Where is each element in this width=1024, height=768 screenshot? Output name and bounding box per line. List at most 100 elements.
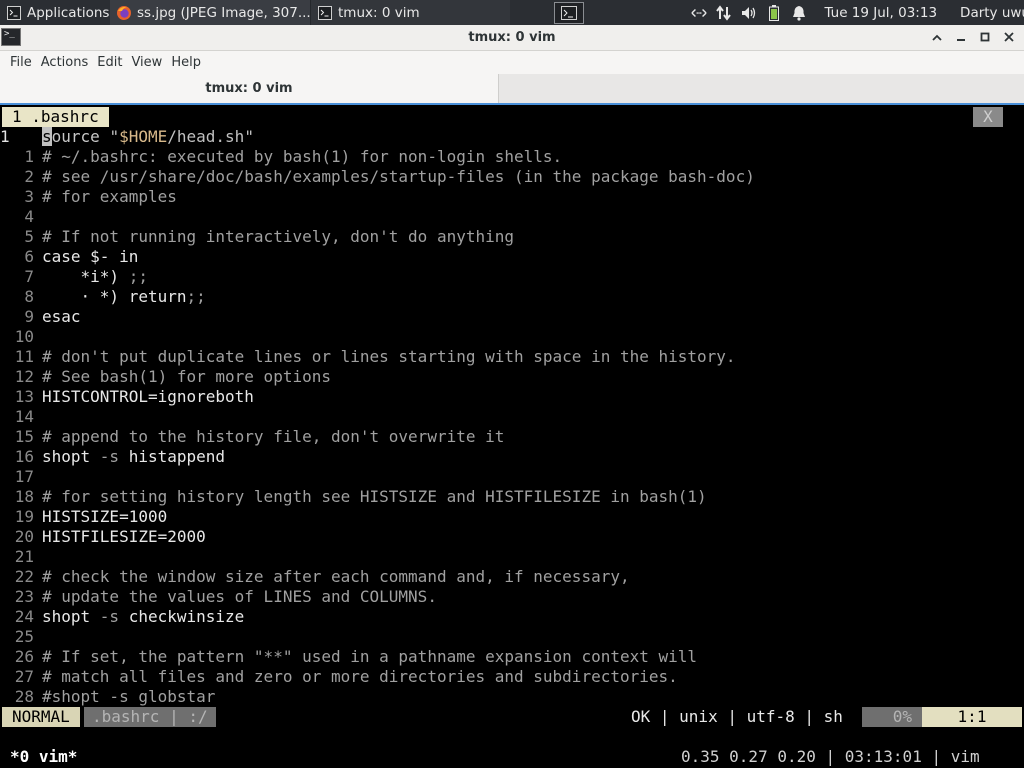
line-number: 19 (14, 507, 34, 526)
line-number: 12 (14, 367, 34, 386)
vim-line[interactable]: 13 HISTCONTROL=ignoreboth (0, 387, 254, 407)
vim-line[interactable]: 1 # ~/.bashrc: executed by bash(1) for no… (0, 147, 562, 167)
vim-statusline: NORMAL .bashrc | :/ OK | unix | utf-8 | … (0, 707, 1024, 727)
user-menu[interactable]: Darty uwu (960, 5, 1024, 21)
line-number: 28 (14, 687, 34, 706)
applications-menu[interactable]: Applications (0, 0, 110, 25)
vim-line[interactable]: 19 HISTSIZE=1000 (0, 507, 168, 527)
line-text: case $- in (42, 247, 139, 266)
line-text: # check the window size after each comma… (42, 567, 630, 586)
vim-line[interactable]: 27 # match all files and zero or more dir… (0, 667, 678, 687)
transfer-icon[interactable] (716, 4, 732, 21)
line-number: 23 (14, 587, 34, 606)
line-text: # see /usr/share/doc/bash/examples/start… (42, 167, 755, 186)
taskbar-item-firefox[interactable]: ss.jpg (JPEG Image, 307... (110, 0, 310, 25)
vim-line[interactable]: 3 # for examples (0, 187, 177, 207)
vim-line[interactable]: 15 # append to the history file, don't ov… (0, 427, 505, 447)
line-number: 13 (14, 387, 34, 406)
vim-line[interactable]: 21 (0, 547, 42, 567)
line-number: 5 (24, 227, 34, 246)
vim-line[interactable]: 9 esac (0, 307, 81, 327)
vim-line[interactable]: 11 # don't put duplicate lines or lines s… (0, 347, 736, 367)
terminal-area[interactable]: 1 .bashrc X 1 source "$HOME/head.sh" 1 # ~/… (0, 107, 1024, 768)
vim-tab-bashrc[interactable]: 1 .bashrc (2, 107, 109, 127)
tmux-statusbar: *0 vim* 0.35 0.27 0.20 | 03:13:01 | vim (0, 747, 1024, 767)
vim-tab-close-button[interactable]: X (973, 107, 1003, 127)
line-text: esac (42, 307, 81, 326)
top-panel: Applications ss.jpg (JPEG Image, 307... … (0, 0, 1024, 25)
line-number: 11 (14, 347, 34, 366)
vim-line[interactable]: 25 (0, 627, 42, 647)
vim-line[interactable]: 24 shopt -s checkwinsize (0, 607, 245, 627)
vim-status-info: OK | unix | utf-8 | sh (631, 707, 843, 726)
line-number: 15 (14, 427, 34, 446)
line-number: 27 (14, 667, 34, 686)
vim-status-file: .bashrc | :/ (84, 707, 216, 727)
line-text: # update the values of LINES and COLUMNS… (42, 587, 437, 606)
vim-line[interactable]: 8 · *) return;; (0, 287, 206, 307)
vim-line[interactable]: 7 *i*) ;; (0, 267, 148, 287)
vim-line[interactable]: 10 (0, 327, 42, 347)
menu-edit[interactable]: Edit (97, 55, 131, 70)
volume-icon[interactable] (741, 5, 757, 21)
line-text: HISTCONTROL=ignoreboth (42, 387, 254, 406)
line-number: 1 (0, 127, 10, 146)
vim-line[interactable]: 17 (0, 467, 42, 487)
window-titlebar[interactable]: >_ tmux: 0 vim (0, 25, 1024, 51)
line-number: 2 (24, 167, 34, 186)
vim-line[interactable]: 23 # update the values of LINES and COLUM… (0, 587, 437, 607)
vim-line[interactable]: 6 case $- in (0, 247, 138, 267)
vim-line[interactable]: 5 # If not running interactively, don't d… (0, 227, 514, 247)
line-text: # for examples (42, 187, 177, 206)
taskbar-item-terminal[interactable]: tmux: 0 vim (310, 0, 510, 25)
menu-actions[interactable]: Actions (41, 55, 98, 70)
applications-label: Applications (27, 4, 110, 21)
maximize-button[interactable] (978, 29, 992, 45)
workspace-terminal-button[interactable] (554, 1, 584, 24)
line-number: 3 (24, 187, 34, 206)
line-text: · *) return;; (42, 287, 206, 306)
notifications-icon[interactable] (791, 5, 807, 21)
vim-line[interactable]: 18 # for setting history length see HISTS… (0, 487, 707, 507)
vim-status-position: 1:1 (922, 707, 1022, 727)
system-tray: Tue 19 Jul, 03:13 Darty uwu (691, 4, 1024, 21)
menu-view[interactable]: View (131, 55, 171, 70)
line-text: #shopt -s globstar (42, 687, 216, 706)
line-text: source "$HOME/head.sh" (42, 127, 254, 146)
vim-line[interactable]: 16 shopt -s histappend (0, 447, 225, 467)
tmux-window-label[interactable]: *0 vim* (10, 747, 77, 767)
line-text: shopt -s histappend (42, 447, 226, 466)
line-text: # ~/.bashrc: executed by bash(1) for non… (42, 147, 563, 166)
vim-line[interactable]: 2 # see /usr/share/doc/bash/examples/star… (0, 167, 755, 187)
taskbar-label: ss.jpg (JPEG Image, 307... (137, 4, 310, 21)
vim-line[interactable]: 20 HISTFILESIZE=2000 (0, 527, 206, 547)
line-text: # match all files and zero or more direc… (42, 667, 678, 686)
line-text: HISTFILESIZE=2000 (42, 527, 206, 546)
line-number: 14 (14, 407, 34, 426)
menu-file[interactable]: File (0, 55, 41, 70)
vim-line[interactable]: 26 # If set, the pattern "**" used in a p… (0, 647, 697, 667)
window-controls (930, 29, 1016, 45)
minimize-button[interactable] (954, 29, 968, 45)
vim-line[interactable]: 22 # check the window size after each com… (0, 567, 630, 587)
terminal-icon (317, 5, 333, 21)
vim-cursor: s (42, 127, 52, 146)
terminal-tab[interactable]: tmux: 0 vim (0, 74, 499, 103)
window-shade-button[interactable] (930, 29, 944, 45)
line-text: # don't put duplicate lines or lines sta… (42, 347, 736, 366)
line-number: 9 (24, 307, 34, 326)
line-text: shopt -s checkwinsize (42, 607, 245, 626)
line-text: # for setting history length see HISTSIZ… (42, 487, 707, 506)
network-icon[interactable] (691, 5, 708, 21)
clock[interactable]: Tue 19 Jul, 03:13 (824, 5, 937, 21)
battery-icon[interactable] (766, 4, 782, 21)
vim-status-percent: 0% (862, 707, 922, 727)
vim-line[interactable]: 1 source "$HOME/head.sh" (0, 127, 254, 147)
vim-line[interactable]: 28 #shopt -s globstar (0, 687, 216, 707)
vim-line[interactable]: 4 (0, 207, 42, 227)
close-button[interactable] (1002, 29, 1016, 45)
vim-line[interactable]: 14 (0, 407, 42, 427)
terminal-tab-bar: tmux: 0 vim (0, 74, 1024, 105)
vim-line[interactable]: 12 # See bash(1) for more options (0, 367, 331, 387)
menu-help[interactable]: Help (171, 55, 210, 70)
